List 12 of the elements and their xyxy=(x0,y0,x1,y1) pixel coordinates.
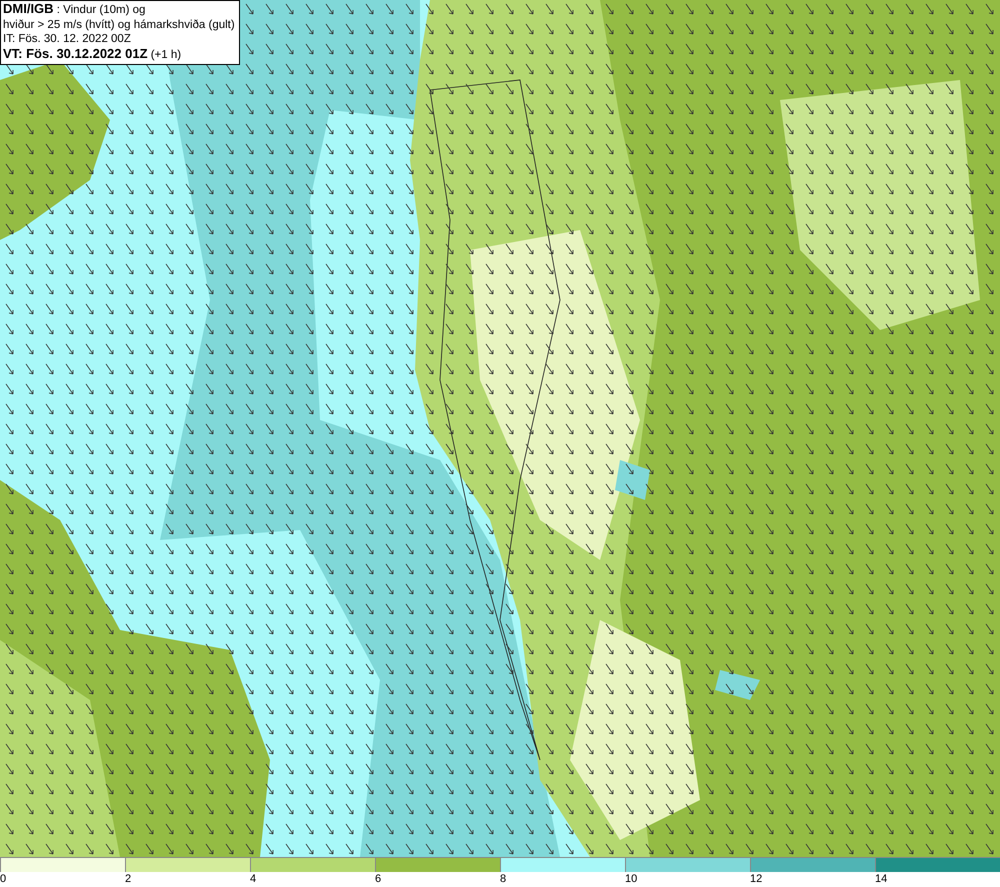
title-line: DMI/IGB : Vindur (10m) og xyxy=(3,2,146,18)
legend-label: 10 xyxy=(625,872,638,887)
legend-label: 6 xyxy=(375,872,382,887)
legend-label: 4 xyxy=(250,872,256,887)
legend-label: 14 xyxy=(875,872,888,887)
legend-label: 12 xyxy=(750,872,762,887)
title-line: IT: Fös. 30. 12. 2022 00Z xyxy=(3,32,132,46)
legend-label: 2 xyxy=(125,872,132,887)
title-line: VT: Fös. 30.12.2022 01Z (+1 h) xyxy=(3,46,182,62)
legend-label: 8 xyxy=(500,872,506,887)
title-line: hviður > 25 m/s (hvítt) og hámarkshviða (gult) xyxy=(3,18,235,32)
legend-label: 0 xyxy=(0,872,6,887)
